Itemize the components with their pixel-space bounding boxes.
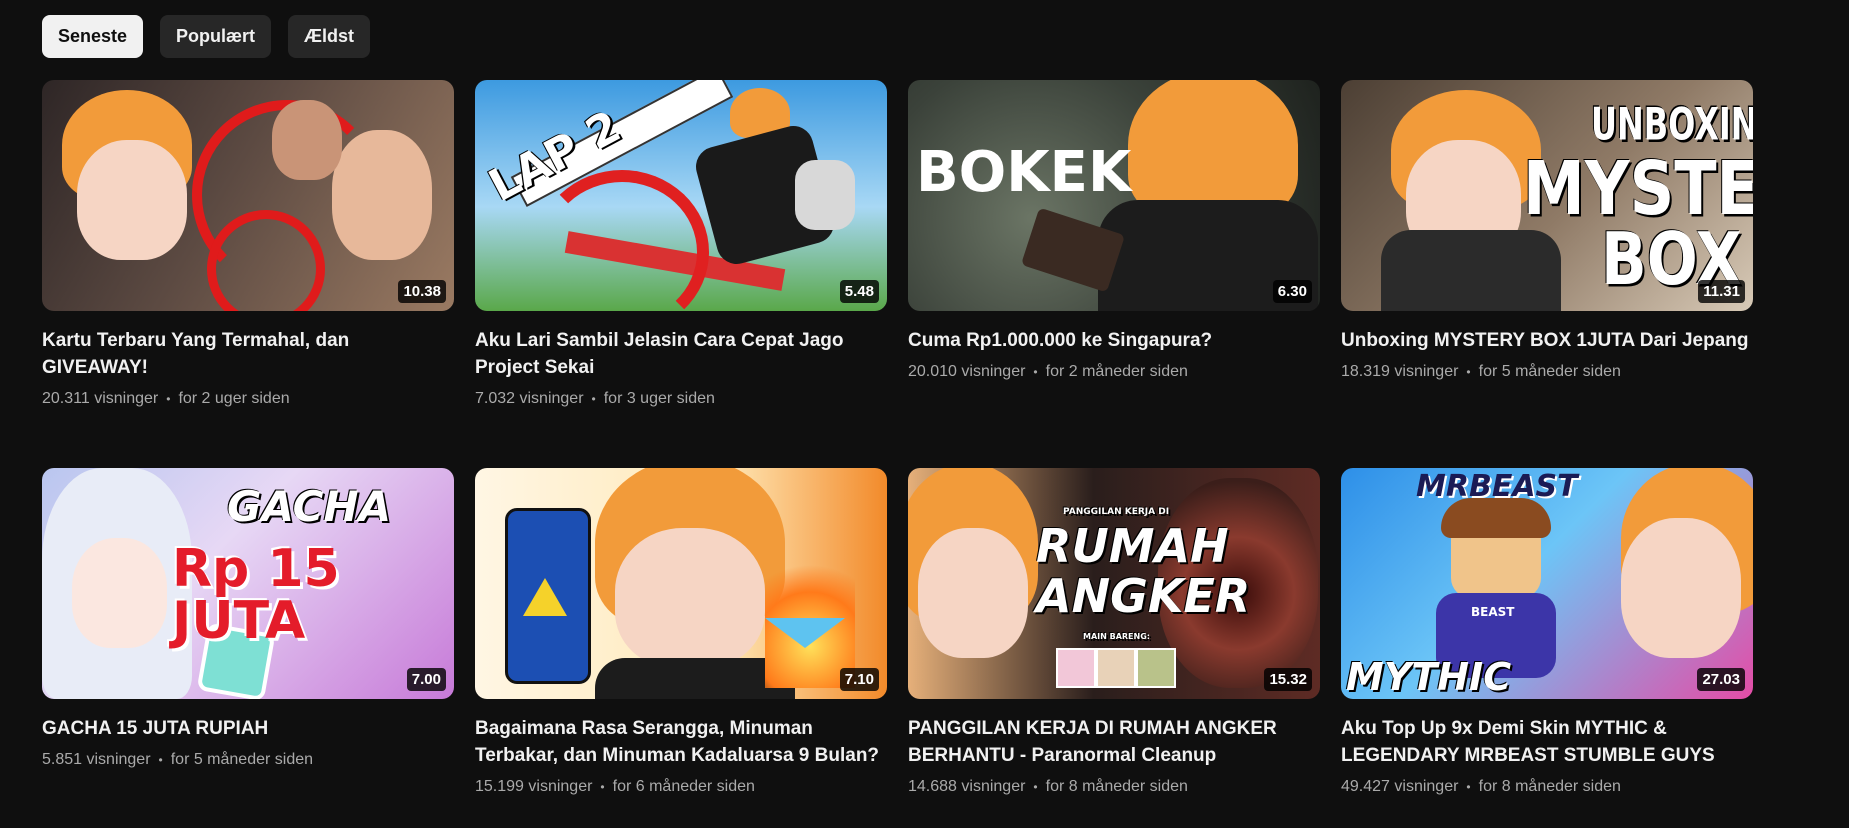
thumbnail-image: GACHA Rp 15 JUTA [42, 468, 454, 699]
thumbnail-image: LAP 2 [475, 80, 887, 311]
thumbnail-text: MYSTERY [1523, 144, 1753, 233]
video-card[interactable]: LAP 2 5.48 Aku Lari Sambil Jelasin Cara … [475, 80, 887, 468]
video-title[interactable]: Bagaimana Rasa Serangga, Minuman Terbaka… [475, 715, 887, 769]
video-thumbnail[interactable]: BOKEK 6.30 [908, 80, 1320, 311]
thumbnail-text: MRBEAST [1416, 469, 1578, 504]
upload-age: for 5 måneder siden [170, 751, 314, 768]
upload-age: for 3 uger siden [603, 390, 715, 407]
separator-dot: • [1033, 780, 1038, 794]
separator-dot: • [158, 753, 163, 767]
video-meta: 7.032 visninger • for 3 uger siden [475, 390, 887, 408]
video-title[interactable]: Cuma Rp1.000.000 ke Singapura? [908, 327, 1320, 354]
separator-dot: • [591, 392, 596, 406]
thumbnail-text: ANGKER [1036, 569, 1251, 623]
video-title[interactable]: Aku Lari Sambil Jelasin Cara Cepat Jago … [475, 327, 887, 381]
view-count: 49.427 visninger [1341, 778, 1459, 795]
video-meta: 20.010 visninger • for 2 måneder siden [908, 363, 1320, 381]
upload-age: for 5 måneder siden [1478, 363, 1621, 380]
view-count: 7.032 visninger [475, 390, 584, 407]
video-meta: 18.319 visninger • for 5 måneder siden [1341, 363, 1753, 381]
thumbnail-text: MAIN BARENG: [1083, 632, 1150, 641]
upload-age: for 2 uger siden [178, 390, 290, 407]
thumbnail-image: MRBEAST MYTHIC BEAST [1341, 468, 1753, 699]
video-title[interactable]: GACHA 15 JUTA RUPIAH [42, 715, 454, 742]
separator-dot: • [1466, 780, 1471, 794]
video-thumbnail[interactable]: LAP 2 5.48 [475, 80, 887, 311]
video-card[interactable]: 7.10 Bagaimana Rasa Serangga, Minuman Te… [475, 468, 887, 828]
thumbnail-text: PANGGILAN KERJA DI [1063, 507, 1170, 517]
video-thumbnail[interactable]: MRBEAST MYTHIC BEAST 27.03 [1341, 468, 1753, 699]
video-card[interactable]: GACHA Rp 15 JUTA 7.00 GACHA 15 JUTA RUPI… [42, 468, 454, 828]
separator-dot: • [1466, 365, 1471, 379]
thumbnail-image: BOKEK [908, 80, 1320, 311]
video-thumbnail[interactable]: GACHA Rp 15 JUTA 7.00 [42, 468, 454, 699]
video-duration: 5.48 [839, 280, 879, 303]
thumbnail-text: BOKEK [916, 140, 1132, 205]
video-duration: 10.38 [398, 280, 446, 303]
video-duration: 6.30 [1272, 280, 1312, 303]
video-card[interactable]: 10.38 Kartu Terbaru Yang Termahal, dan G… [42, 80, 454, 468]
video-grid: 10.38 Kartu Terbaru Yang Termahal, dan G… [42, 80, 1753, 828]
filter-chip-popular[interactable]: Populært [160, 15, 272, 58]
thumbnail-image: UNBOXING MYSTERY BOX [1341, 80, 1753, 311]
video-duration: 11.31 [1698, 280, 1745, 303]
video-meta: 49.427 visninger • for 8 måneder siden [1341, 778, 1753, 796]
video-meta: 5.851 visninger • for 5 måneder siden [42, 751, 454, 769]
separator-dot: • [600, 780, 605, 794]
video-card[interactable]: BOKEK 6.30 Cuma Rp1.000.000 ke Singapura… [908, 80, 1320, 468]
video-thumbnail[interactable]: 7.10 [475, 468, 887, 699]
view-count: 18.319 visninger [1341, 363, 1459, 380]
video-card[interactable]: MRBEAST MYTHIC BEAST 27.03 Aku Top Up 9x… [1341, 468, 1753, 828]
view-count: 15.199 visninger [475, 778, 593, 795]
filter-chips: Seneste Populært Ældst [42, 15, 371, 58]
view-count: 20.311 visninger [42, 390, 159, 407]
thumbnail-image: PANGGILAN KERJA DI RUMAH ANGKER MAIN BAR… [908, 468, 1320, 699]
view-count: 20.010 visninger [908, 363, 1026, 380]
video-title[interactable]: Unboxing MYSTERY BOX 1JUTA Dari Jepang [1341, 327, 1753, 354]
video-duration: 7.00 [406, 668, 446, 691]
video-meta: 20.311 visninger • for 2 uger siden [42, 390, 454, 408]
separator-dot: • [166, 392, 171, 406]
video-title[interactable]: PANGGILAN KERJA DI RUMAH ANGKER BERHANTU… [908, 715, 1320, 769]
video-thumbnail[interactable]: UNBOXING MYSTERY BOX 11.31 [1341, 80, 1753, 311]
video-meta: 14.688 visninger • for 8 måneder siden [908, 778, 1320, 796]
thumbnail-text: UNBOXING [1591, 97, 1753, 151]
video-title[interactable]: Kartu Terbaru Yang Termahal, dan GIVEAWA… [42, 327, 454, 381]
upload-age: for 8 måneder siden [1478, 778, 1621, 795]
video-duration: 27.03 [1697, 668, 1745, 691]
view-count: 14.688 visninger [908, 778, 1026, 795]
thumbnail-text: BEAST [1471, 605, 1515, 619]
video-thumbnail[interactable]: PANGGILAN KERJA DI RUMAH ANGKER MAIN BAR… [908, 468, 1320, 699]
thumbnail-text: GACHA [227, 482, 392, 531]
video-duration: 7.10 [839, 668, 879, 691]
video-thumbnail[interactable]: 10.38 [42, 80, 454, 311]
view-count: 5.851 visninger [42, 751, 151, 768]
thumbnail-text: MYTHIC [1346, 655, 1512, 699]
video-meta: 15.199 visninger • for 6 måneder siden [475, 778, 887, 796]
thumbnail-image [42, 80, 454, 311]
video-card[interactable]: UNBOXING MYSTERY BOX 11.31 Unboxing MYST… [1341, 80, 1753, 468]
thumbnail-image [475, 468, 887, 699]
thumbnail-text: RUMAH [1036, 519, 1229, 573]
filter-chip-latest[interactable]: Seneste [42, 15, 144, 58]
video-duration: 15.32 [1264, 668, 1312, 691]
video-card[interactable]: PANGGILAN KERJA DI RUMAH ANGKER MAIN BAR… [908, 468, 1320, 828]
video-title[interactable]: Aku Top Up 9x Demi Skin MYTHIC & LEGENDA… [1341, 715, 1753, 769]
separator-dot: • [1033, 365, 1038, 379]
upload-age: for 6 måneder siden [612, 778, 755, 795]
thumbnail-text: Rp 15 JUTA [172, 539, 340, 651]
upload-age: for 2 måneder siden [1045, 363, 1188, 380]
filter-chip-oldest[interactable]: Ældst [288, 15, 371, 58]
upload-age: for 8 måneder siden [1045, 778, 1188, 795]
